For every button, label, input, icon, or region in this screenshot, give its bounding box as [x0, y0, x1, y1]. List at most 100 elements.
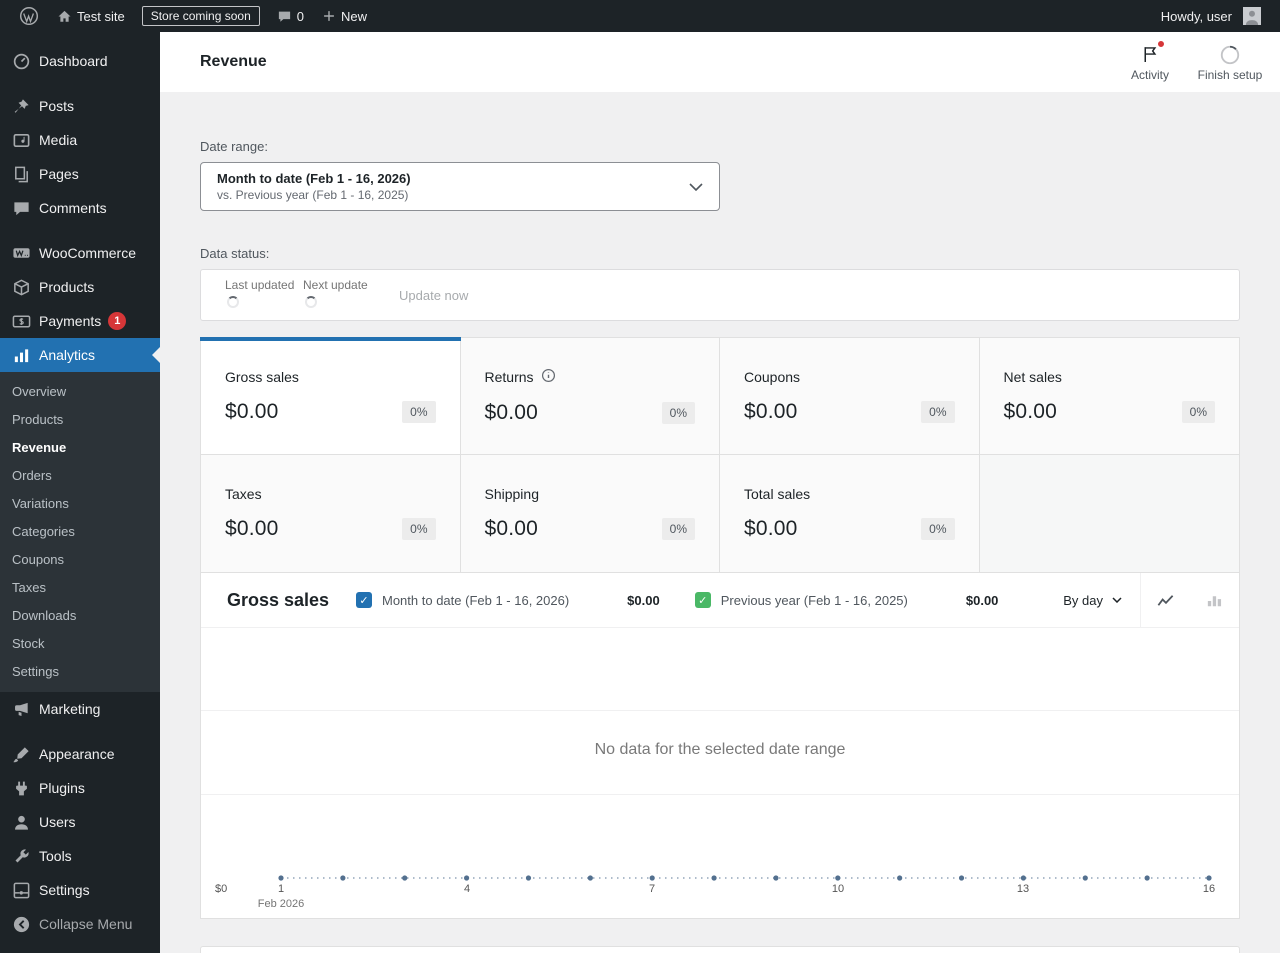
sidebar-item-settings[interactable]: Settings: [0, 873, 160, 907]
tile-label: Coupons: [744, 368, 801, 385]
speech-bubble-icon: [11, 198, 31, 218]
sidebar-item-users[interactable]: Users: [0, 805, 160, 839]
gridline: [201, 794, 1239, 795]
sidebar-item-label: Plugins: [39, 780, 85, 796]
site-name: Test site: [77, 8, 125, 24]
sidebar-item-label: Pages: [39, 166, 79, 182]
summary-tile-shipping[interactable]: Shipping $0.00 0%: [460, 455, 720, 572]
interval-select[interactable]: By day: [1045, 573, 1140, 627]
finish-setup-button[interactable]: Finish setup: [1190, 32, 1270, 92]
site-name-link[interactable]: Test site: [48, 0, 134, 32]
avatar: [1243, 7, 1261, 25]
summary-tile-total-sales[interactable]: Total sales $0.00 0%: [720, 455, 980, 572]
checkbox-checked-current-icon: [356, 592, 372, 608]
store-coming-soon-badge[interactable]: Store coming soon: [141, 6, 260, 26]
summary-tile-empty: [979, 455, 1239, 572]
new-content-button[interactable]: New: [313, 0, 376, 32]
payments-badge: 1: [108, 312, 127, 330]
tile-label: Net sales: [1003, 368, 1062, 385]
submenu-item-overview[interactable]: Overview: [0, 378, 160, 406]
sidebar-item-label: Media: [39, 132, 78, 148]
howdy-text: Howdy, user: [1160, 8, 1232, 24]
summary-tile-returns[interactable]: Returns $0.00 0%: [460, 338, 720, 455]
summary-tile-coupons[interactable]: Coupons $0.00 0%: [720, 338, 980, 455]
summary-tile-gross-sales[interactable]: Gross sales $0.00 0%: [200, 337, 461, 455]
tile-label: Taxes: [225, 486, 262, 502]
submenu-item-products[interactable]: Products: [0, 406, 160, 434]
chevron-down-icon: [689, 178, 703, 196]
admin-bar: Test site Store coming soon 0 New Howdy,…: [0, 0, 1280, 32]
collapse-menu-label: Collapse Menu: [39, 916, 133, 932]
sidebar-item-posts[interactable]: Posts: [0, 89, 160, 123]
collapse-menu-button[interactable]: Collapse Menu: [0, 907, 160, 941]
sidebar-item-payments[interactable]: Payments 1: [0, 304, 160, 338]
tile-value: $0.00: [1003, 399, 1058, 423]
submenu-item-coupons[interactable]: Coupons: [0, 546, 160, 574]
new-label: New: [340, 8, 367, 24]
admin-sidebar: Dashboard Posts Media Pages Comments Woo…: [0, 32, 160, 953]
submenu-item-stock[interactable]: Stock: [0, 630, 160, 658]
person-icon: [11, 812, 31, 832]
tile-delta-badge: 0%: [402, 400, 436, 423]
howdy-account-menu[interactable]: Howdy, user: [1152, 0, 1270, 32]
submenu-item-downloads[interactable]: Downloads: [0, 602, 160, 630]
last-updated-label: Last updated: [225, 277, 295, 292]
update-now-button[interactable]: Update now: [399, 288, 468, 303]
summary-tile-net-sales[interactable]: Net sales $0.00 0%: [979, 338, 1239, 455]
submenu-item-variations[interactable]: Variations: [0, 490, 160, 518]
next-update-label: Next update: [303, 277, 368, 292]
interval-select-value: By day: [1063, 592, 1103, 608]
loading-spinner-icon: [227, 295, 239, 308]
comments-indicator[interactable]: 0: [268, 0, 313, 32]
tile-delta-badge: 0%: [661, 401, 695, 424]
tile-value: $0.00: [225, 517, 279, 540]
summary-tiles: Gross sales $0.00 0% Returns $0.00 0% Coup…: [200, 337, 1240, 573]
x-axis-tick: 4: [463, 883, 471, 895]
comments-count: 0: [296, 8, 304, 24]
sidebar-item-appearance[interactable]: Appearance: [0, 737, 160, 771]
activity-button[interactable]: Activity: [1110, 32, 1190, 92]
collapse-arrow-icon: [11, 914, 31, 934]
submenu-item-revenue[interactable]: Revenue: [0, 434, 160, 462]
submenu-item-categories[interactable]: Categories: [0, 518, 160, 546]
sidebar-item-tools[interactable]: Tools: [0, 839, 160, 873]
sidebar-item-dashboard[interactable]: Dashboard: [0, 44, 160, 78]
summary-tile-taxes[interactable]: Taxes $0.00 0%: [201, 455, 461, 572]
sidebar-item-media[interactable]: Media: [0, 123, 160, 157]
sidebar-item-products[interactable]: Products: [0, 270, 160, 304]
chart-area: No data for the selected date range $0 1…: [201, 628, 1239, 918]
woocommerce-icon: [11, 243, 31, 263]
sidebar-item-label: Dashboard: [39, 53, 108, 69]
megaphone-icon: [11, 699, 31, 719]
plus-icon: [322, 9, 336, 23]
sidebar-item-plugins[interactable]: Plugins: [0, 771, 160, 805]
sidebar-item-label: Tools: [39, 848, 72, 864]
tile-delta-badge: 0%: [661, 518, 695, 540]
sidebar-item-woocommerce[interactable]: WooCommerce: [0, 236, 160, 270]
media-icon: [11, 130, 31, 150]
flag-icon: [1140, 39, 1165, 67]
sidebar-item-marketing[interactable]: Marketing: [0, 692, 160, 726]
sidebar-item-label: Appearance: [39, 746, 115, 762]
line-chart-toggle[interactable]: [1141, 573, 1190, 627]
submenu-item-settings[interactable]: Settings: [0, 658, 160, 686]
sidebar-item-comments[interactable]: Comments: [0, 191, 160, 225]
x-axis-tick: 16: [1202, 883, 1216, 895]
sidebar-item-analytics[interactable]: Analytics: [0, 338, 160, 372]
legend-item-previous-period[interactable]: Previous year (Feb 1 - 16, 2025) $0.00: [694, 573, 998, 627]
tile-delta-badge: 0%: [1181, 400, 1215, 423]
tile-value: $0.00: [225, 399, 279, 423]
settings-panel-icon: [11, 880, 31, 900]
submenu-item-taxes[interactable]: Taxes: [0, 574, 160, 602]
date-range-dropdown[interactable]: Month to date (Feb 1 - 16, 2026) vs. Pre…: [200, 162, 720, 211]
bar-chart-toggle[interactable]: [1190, 573, 1239, 627]
wordpress-logo-icon[interactable]: [10, 0, 48, 32]
sidebar-item-pages[interactable]: Pages: [0, 157, 160, 191]
tile-label: Shipping: [484, 486, 540, 502]
sidebar-item-label: Marketing: [39, 701, 101, 717]
submenu-item-orders[interactable]: Orders: [0, 462, 160, 490]
sidebar-item-label: Products: [39, 279, 95, 295]
bar-chart-icon: [11, 345, 31, 365]
sidebar-item-label: Settings: [39, 882, 90, 898]
legend-item-current-period[interactable]: Month to date (Feb 1 - 16, 2026) $0.00: [356, 573, 660, 627]
